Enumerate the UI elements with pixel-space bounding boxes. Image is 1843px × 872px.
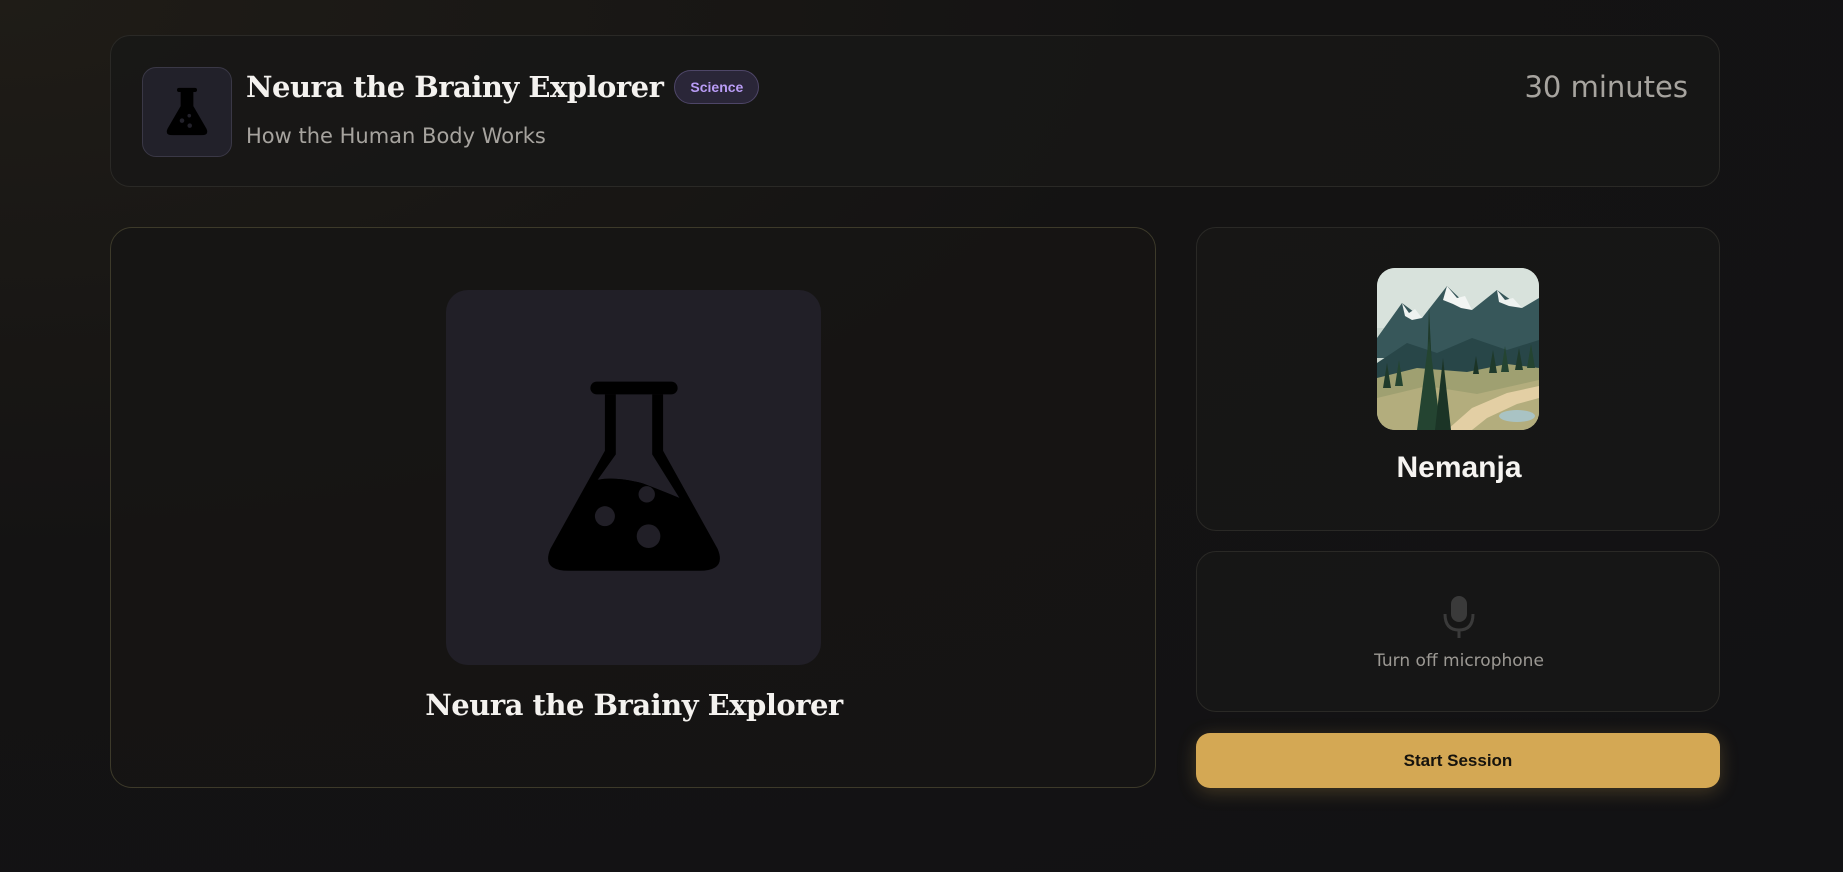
session-duration: 30 minutes — [1524, 70, 1688, 104]
header-title-row: Neura the Brainy Explorer Science — [246, 70, 760, 105]
companion-icon-box — [142, 67, 232, 157]
companion-name: Neura the Brainy Explorer — [425, 688, 843, 722]
user-name: Nemanja — [1396, 451, 1522, 484]
mountain-landscape-image — [1377, 268, 1539, 430]
flask-icon — [547, 381, 720, 571]
companion-avatar — [446, 290, 821, 665]
start-session-button[interactable]: Start Session — [1196, 733, 1720, 788]
user-card: Nemanja — [1196, 227, 1720, 531]
companion-title: Neura the Brainy Explorer — [246, 70, 664, 104]
user-avatar — [1377, 268, 1539, 430]
companion-panel: Neura the Brainy Explorer — [110, 227, 1156, 788]
flask-icon — [166, 87, 208, 136]
microphone-toggle[interactable]: Turn off microphone — [1196, 551, 1720, 712]
microphone-icon — [1443, 596, 1475, 638]
companion-header: Neura the Brainy Explorer Science How th… — [110, 35, 1720, 187]
subject-badge: Science — [674, 70, 760, 105]
microphone-label: Turn off microphone — [1374, 651, 1544, 671]
lesson-topic: How the Human Body Works — [246, 124, 546, 148]
